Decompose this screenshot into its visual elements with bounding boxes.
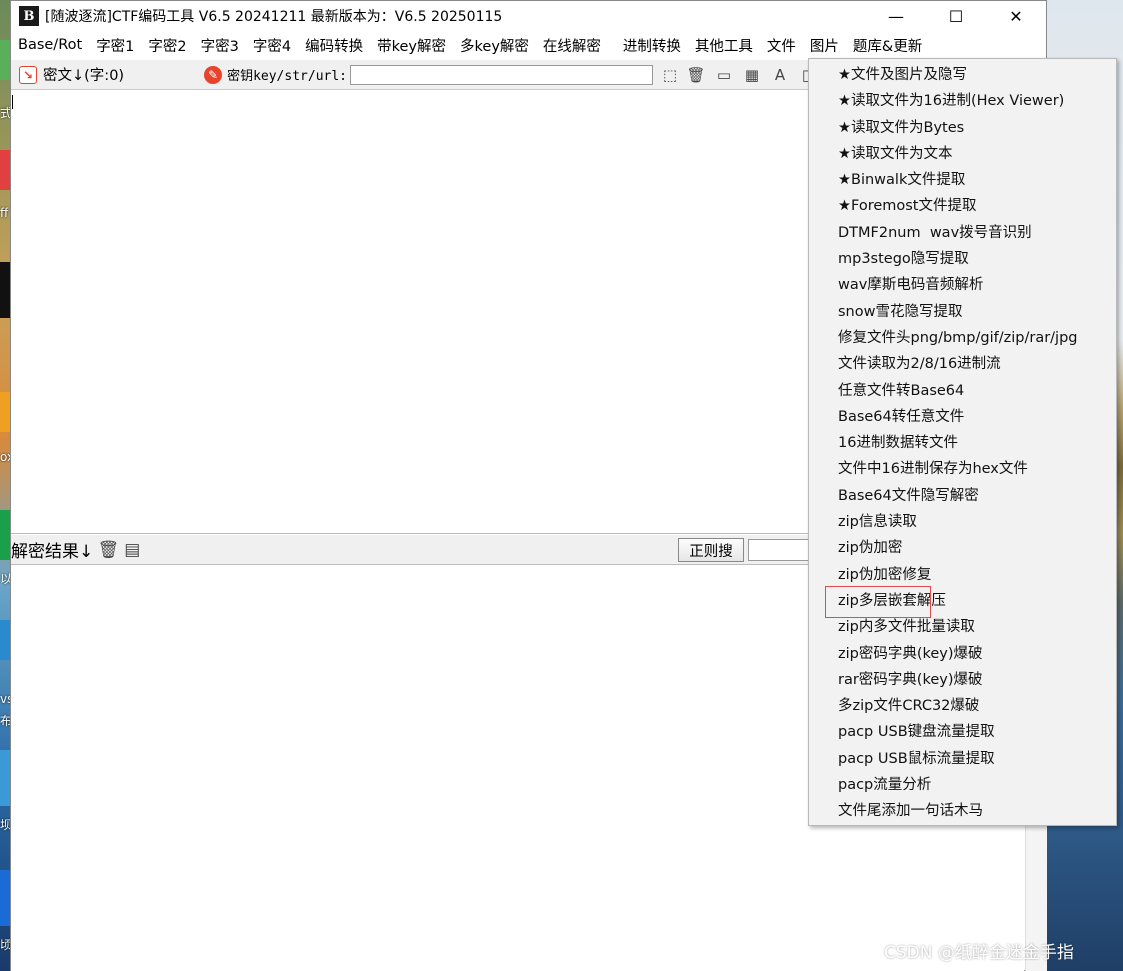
menu-zimi3[interactable]: 字密3 xyxy=(194,35,246,56)
menu-item-save-hex[interactable]: 文件中16进制保存为hex文件 xyxy=(809,456,1116,482)
trash-icon[interactable]: 🗑 xyxy=(685,64,707,86)
watermark: CSDN @纸醉金迷金手指 xyxy=(884,943,1074,963)
window-controls: — ☐ ✕ xyxy=(866,1,1046,31)
menu-item-usb-keyboard[interactable]: pacp USB键盘流量提取 xyxy=(809,719,1116,745)
menu-item-zip-crc32[interactable]: 多zip文件CRC32爆破 xyxy=(809,693,1116,719)
menu-item-read-stream[interactable]: 文件读取为2/8/16进制流 xyxy=(809,351,1116,377)
desktop-label: vs xyxy=(0,692,10,706)
desktop-app-icon[interactable] xyxy=(0,150,10,190)
minimize-button[interactable]: — xyxy=(866,1,926,31)
menu-item-fix-header[interactable]: 修复文件头png/bmp/gif/zip/rar/jpg xyxy=(809,325,1116,351)
menu-base-convert[interactable]: 进制转换 xyxy=(616,35,688,56)
desktop-label: 布 xyxy=(0,714,10,728)
menu-item-zip-pseudo-fix[interactable]: zip伪加密修复 xyxy=(809,562,1116,588)
maximize-button[interactable]: ☐ xyxy=(926,1,986,31)
key-input[interactable] xyxy=(350,64,653,85)
copy-icon[interactable]: ▤ xyxy=(121,539,143,561)
calculator-icon[interactable]: ▦ xyxy=(741,64,763,86)
menu-item-hex-viewer[interactable]: ★读取文件为16进制(Hex Viewer) xyxy=(809,88,1116,114)
menu-key-decrypt[interactable]: 带key解密 xyxy=(370,35,453,56)
desktop-label: 式 xyxy=(0,106,10,120)
menu-zimi2[interactable]: 字密2 xyxy=(141,35,193,56)
menu-item-file-to-base64[interactable]: 任意文件转Base64 xyxy=(809,378,1116,404)
window-title: [随波逐流]CTF编码工具 V6.5 20241211 最新版本为：V6.5 2… xyxy=(45,9,503,25)
menu-encoding[interactable]: 编码转换 xyxy=(298,35,370,56)
menu-item-foremost[interactable]: ★Foremost文件提取 xyxy=(809,193,1116,219)
ciphertext-label: 密文↓(字:0) xyxy=(43,68,125,84)
desktop-app-icon[interactable] xyxy=(0,392,10,432)
title-bar[interactable]: B [随波逐流]CTF编码工具 V6.5 20241211 最新版本为：V6.5… xyxy=(11,1,1046,31)
menu-item-zip-info[interactable]: zip信息读取 xyxy=(809,509,1116,535)
desktop-label: ff xyxy=(0,206,9,220)
desktop-app-icon[interactable] xyxy=(0,510,10,560)
menu-item-mp3stego[interactable]: mp3stego隐写提取 xyxy=(809,246,1116,272)
close-button[interactable]: ✕ xyxy=(986,1,1046,31)
menu-item-read-text[interactable]: ★读取文件为文本 xyxy=(809,141,1116,167)
terminal-icon[interactable]: ▭ xyxy=(713,64,735,86)
menu-library-update[interactable]: 题库&更新 xyxy=(846,35,929,56)
menu-item-read-bytes[interactable]: ★读取文件为Bytes xyxy=(809,115,1116,141)
menu-item-usb-mouse[interactable]: pacp USB鼠标流量提取 xyxy=(809,746,1116,772)
menu-other-tools[interactable]: 其他工具 xyxy=(688,35,760,56)
menu-zimi4[interactable]: 字密4 xyxy=(246,35,298,56)
menu-item-zip-batch-read[interactable]: zip内多文件批量读取 xyxy=(809,614,1116,640)
menu-item-binwalk[interactable]: ★Binwalk文件提取 xyxy=(809,167,1116,193)
desktop-app-icon[interactable] xyxy=(0,870,10,926)
desktop-app-icon[interactable] xyxy=(0,750,10,806)
file-menu-dropdown: ★文件及图片及隐写 ★读取文件为16进制(Hex Viewer) ★读取文件为B… xyxy=(808,58,1117,826)
menu-item-file-image-stego[interactable]: ★文件及图片及隐写 xyxy=(809,62,1116,88)
menu-item-zip-pseudo-encrypt[interactable]: zip伪加密 xyxy=(809,535,1116,561)
menu-zimi1[interactable]: 字密1 xyxy=(89,35,141,56)
menu-image[interactable]: 图片 xyxy=(803,35,846,56)
desktop-label: ox xyxy=(0,450,10,464)
app-logo-icon: B xyxy=(19,6,39,26)
menu-file[interactable]: 文件 xyxy=(760,35,803,56)
text-caret xyxy=(12,95,13,109)
menu-base-rot[interactable]: Base/Rot xyxy=(11,37,89,53)
regex-search-button[interactable]: 正则搜 xyxy=(678,538,744,562)
result-label: 解密结果↓ xyxy=(11,542,94,562)
import-icon[interactable]: ↘ xyxy=(19,65,37,84)
menu-item-snow[interactable]: snow雪花隐写提取 xyxy=(809,299,1116,325)
menu-item-base64-stego[interactable]: Base64文件隐写解密 xyxy=(809,483,1116,509)
key-label: 密钥key/str/url: xyxy=(227,69,347,84)
font-icon[interactable]: A xyxy=(769,64,791,86)
desktop-app-icon[interactable] xyxy=(0,620,10,660)
menu-item-wav-morse[interactable]: wav摩斯电码音频解析 xyxy=(809,272,1116,298)
desktop-label: 坝 xyxy=(0,818,10,832)
result-trash-icon[interactable]: 🗑 xyxy=(97,539,119,561)
menu-item-pcap-analysis[interactable]: pacp流量分析 xyxy=(809,772,1116,798)
key-edit-icon[interactable]: ✎ xyxy=(204,65,223,84)
menu-item-zip-nested-extract[interactable]: zip多层嵌套解压 xyxy=(809,585,1116,619)
menu-item-append-webshell[interactable]: 文件尾添加一句话木马 xyxy=(809,798,1116,824)
menu-multikey-decrypt[interactable]: 多key解密 xyxy=(453,35,536,56)
desktop-app-icon[interactable] xyxy=(0,262,10,318)
cursor-select-icon[interactable]: ⬚ xyxy=(659,64,681,86)
menu-item-rar-dict-crack[interactable]: rar密码字典(key)爆破 xyxy=(809,667,1116,693)
desktop-left-edge: 式 ff ox 以 vs 布 坝 顷 xyxy=(0,0,10,971)
desktop-label: 以 xyxy=(0,572,10,586)
menu-bar: Base/Rot 字密1 字密2 字密3 字密4 编码转换 带key解密 多ke… xyxy=(11,32,1046,58)
menu-item-base64-to-file[interactable]: Base64转任意文件 xyxy=(809,404,1116,430)
desktop-label: 顷 xyxy=(0,938,10,952)
menu-online-decrypt[interactable]: 在线解密 xyxy=(536,35,608,56)
menu-item-zip-dict-crack[interactable]: zip密码字典(key)爆破 xyxy=(809,641,1116,667)
menu-item-dtmf2num[interactable]: DTMF2num wav拨号音识别 xyxy=(809,220,1116,246)
desktop-app-icon[interactable] xyxy=(0,40,10,80)
menu-item-hex-to-file[interactable]: 16进制数据转文件 xyxy=(809,430,1116,456)
